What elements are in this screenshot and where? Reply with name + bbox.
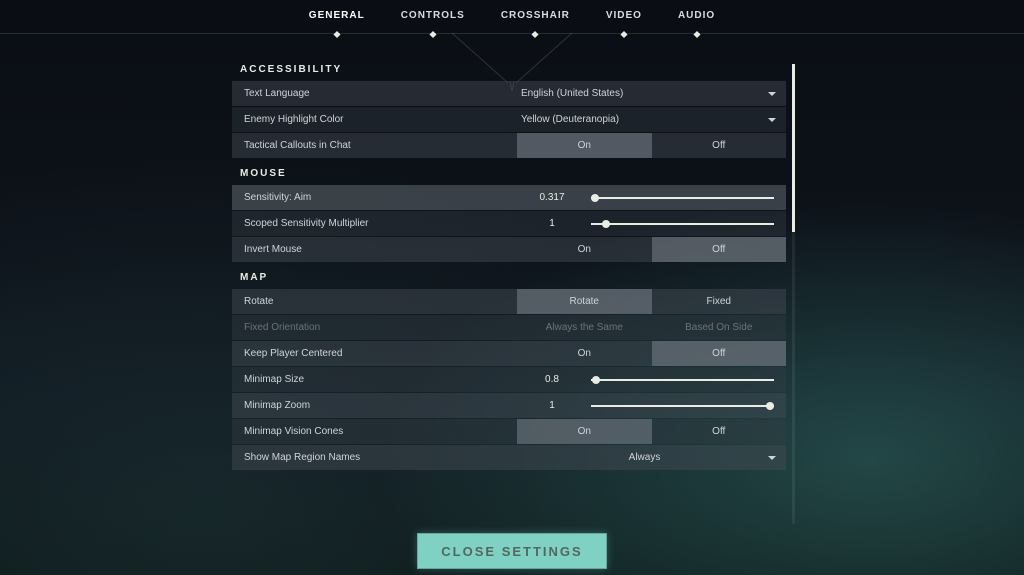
row-minimap-size: Minimap Size 0.8	[232, 367, 786, 392]
label-enemy-highlight: Enemy Highlight Color	[232, 114, 517, 125]
value-minimap-size[interactable]: 0.8	[517, 374, 587, 385]
toggle-tactical-callouts-on[interactable]: On	[517, 133, 652, 158]
section-mouse-title: MOUSE	[240, 168, 786, 179]
settings-tab-nav: GENERAL CONTROLS CROSSHAIR VIDEO AUDIO	[0, 0, 1024, 35]
tab-video[interactable]: VIDEO	[606, 10, 642, 35]
label-text-language: Text Language	[232, 88, 517, 99]
row-enemy-highlight: Enemy Highlight Color Yellow (Deuteranop…	[232, 107, 786, 132]
toggle-keep-centered-on[interactable]: On	[517, 341, 652, 366]
row-text-language: Text Language English (United States)	[232, 81, 786, 106]
nav-divider	[0, 33, 1024, 34]
tab-general[interactable]: GENERAL	[309, 10, 365, 35]
tab-audio[interactable]: AUDIO	[678, 10, 715, 35]
dropdown-enemy-highlight[interactable]: Yellow (Deuteranopia)	[517, 107, 786, 132]
label-invert-mouse: Invert Mouse	[232, 244, 517, 255]
close-settings-button[interactable]: CLOSE SETTINGS	[417, 533, 607, 569]
section-accessibility-title: ACCESSIBILITY	[240, 64, 786, 75]
row-region-names: Show Map Region Names Always	[232, 445, 786, 470]
slider-minimap-zoom[interactable]	[591, 405, 774, 407]
row-tactical-callouts: Tactical Callouts in Chat On Off	[232, 133, 786, 158]
label-scoped-multiplier: Scoped Sensitivity Multiplier	[232, 218, 517, 229]
label-vision-cones: Minimap Vision Cones	[232, 426, 517, 437]
label-region-names: Show Map Region Names	[232, 452, 517, 463]
slider-sensitivity-aim[interactable]	[591, 197, 774, 199]
slider-minimap-size[interactable]	[591, 379, 774, 381]
dropdown-enemy-highlight-value: Yellow (Deuteranopia)	[521, 114, 619, 125]
label-minimap-size: Minimap Size	[232, 374, 517, 385]
settings-panel: ACCESSIBILITY Text Language English (Uni…	[232, 64, 786, 524]
value-minimap-zoom[interactable]: 1	[517, 400, 587, 411]
toggle-fixed-orientation-side: Based On Side	[652, 315, 787, 340]
chevron-down-icon	[768, 92, 776, 96]
label-keep-centered: Keep Player Centered	[232, 348, 517, 359]
row-invert-mouse: Invert Mouse On Off	[232, 237, 786, 262]
label-minimap-zoom: Minimap Zoom	[232, 400, 517, 411]
dropdown-region-names[interactable]: Always	[517, 445, 786, 470]
chevron-down-icon	[768, 456, 776, 460]
row-sensitivity-aim: Sensitivity: Aim 0.317	[232, 185, 786, 210]
toggle-rotate-fixed[interactable]: Fixed	[652, 289, 787, 314]
row-minimap-zoom: Minimap Zoom 1	[232, 393, 786, 418]
label-rotate: Rotate	[232, 296, 517, 307]
toggle-tactical-callouts-off[interactable]: Off	[652, 133, 787, 158]
slider-scoped-multiplier[interactable]	[591, 223, 774, 225]
section-map-title: MAP	[240, 272, 786, 283]
dropdown-text-language-value: English (United States)	[521, 88, 623, 99]
toggle-vision-cones-off[interactable]: Off	[652, 419, 787, 444]
row-keep-centered: Keep Player Centered On Off	[232, 341, 786, 366]
toggle-invert-mouse-off[interactable]: Off	[652, 237, 787, 262]
toggle-vision-cones-on[interactable]: On	[517, 419, 652, 444]
value-sensitivity-aim[interactable]: 0.317	[517, 192, 587, 203]
row-vision-cones: Minimap Vision Cones On Off	[232, 419, 786, 444]
chevron-down-icon	[768, 118, 776, 122]
toggle-keep-centered-off[interactable]: Off	[652, 341, 787, 366]
toggle-rotate-rotate[interactable]: Rotate	[517, 289, 652, 314]
settings-scrollbar[interactable]	[792, 64, 795, 524]
label-fixed-orientation: Fixed Orientation	[232, 322, 517, 333]
tab-crosshair[interactable]: CROSSHAIR	[501, 10, 570, 35]
value-scoped-multiplier[interactable]: 1	[517, 218, 587, 229]
row-scoped-multiplier: Scoped Sensitivity Multiplier 1	[232, 211, 786, 236]
label-sensitivity-aim: Sensitivity: Aim	[232, 192, 517, 203]
row-fixed-orientation: Fixed Orientation Always the Same Based …	[232, 315, 786, 340]
dropdown-region-names-value: Always	[521, 452, 768, 463]
dropdown-text-language[interactable]: English (United States)	[517, 81, 786, 106]
toggle-fixed-orientation-same: Always the Same	[517, 315, 652, 340]
scrollbar-thumb[interactable]	[792, 64, 795, 232]
tab-controls[interactable]: CONTROLS	[401, 10, 465, 35]
toggle-invert-mouse-on[interactable]: On	[517, 237, 652, 262]
row-rotate: Rotate Rotate Fixed	[232, 289, 786, 314]
label-tactical-callouts: Tactical Callouts in Chat	[232, 140, 517, 151]
